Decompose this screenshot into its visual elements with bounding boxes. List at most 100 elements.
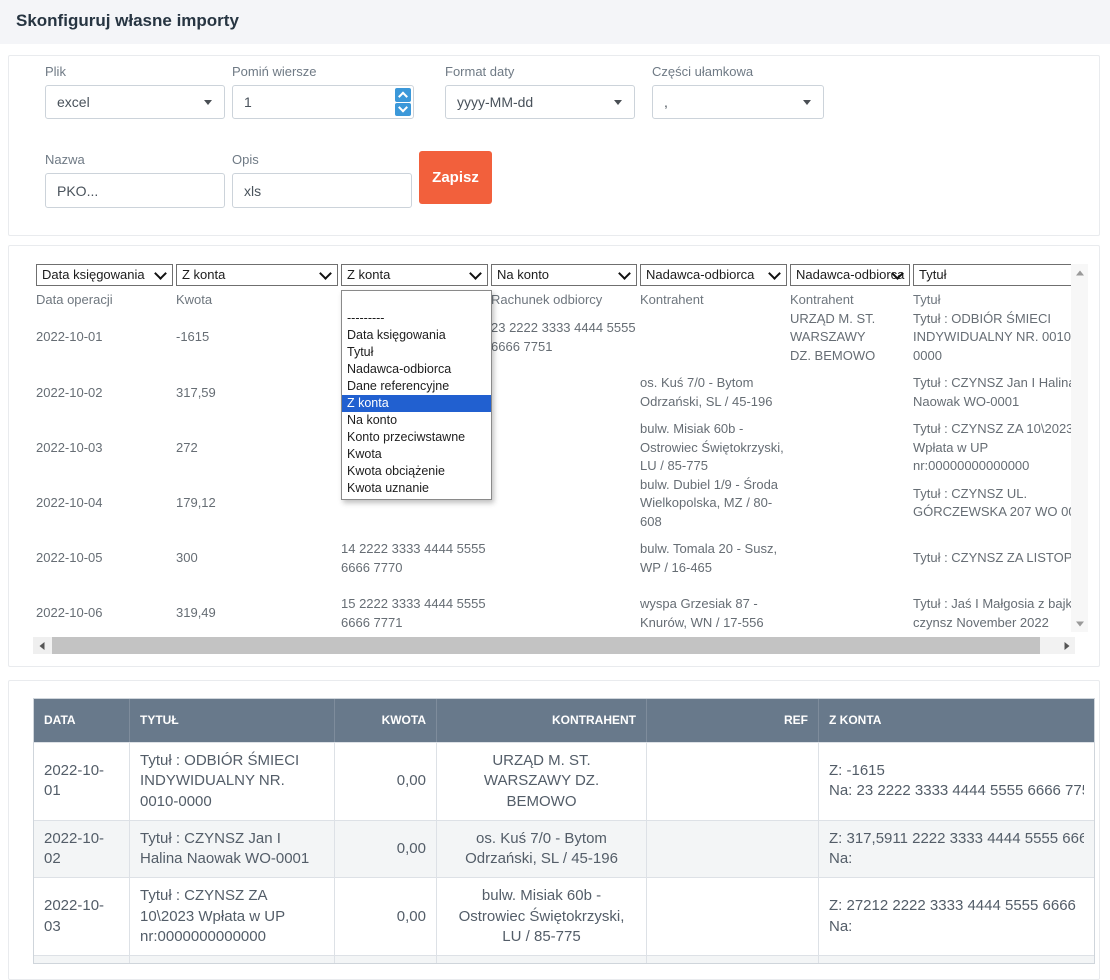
mapper-cell: 23 2222 3333 4444 5555 6666 7751 [491,319,637,356]
column-map-select-4[interactable]: Nadawca-odbiorca [640,264,787,286]
scroll-down-icon[interactable] [1071,615,1088,632]
cell-zkonta: Z: 317,5911 2222 3333 4444 5555 6666 77N… [819,820,1094,878]
chevron-down-icon [469,267,482,280]
cell-zkonta [819,955,1094,963]
cell-kwota: 0,00 [335,742,437,820]
mapper-cell: bulw. Tomala 20 - Susz, WP / 16-465 [640,540,787,577]
cell-kontrahent: bulw. Misiak 60b - Ostrowiec Świętokrzys… [437,877,647,955]
date-format-select[interactable]: yyyy-MM-dd [445,85,635,119]
column-map-select-value: Na konto [497,267,549,282]
dropdown-option[interactable]: Konto przeciwstawne [342,429,491,446]
source-field-label-1: Kwota [176,292,338,310]
table-row: 2022-10-01Tytuł : ODBIÓR ŚMIECI INDYWIDU… [34,742,1094,820]
mapper-cell: Tytuł : CZYNSZ ZA LISTOPAD [913,549,1072,567]
column-map-select-1[interactable]: Z konta [176,264,338,286]
mapper-cell: 272 [176,439,338,457]
cell-kwota: 0,00 [335,877,437,955]
mapper-cell: 2022-10-05 [36,549,173,567]
mapper-cell: Tytuł : ODBIÓR ŚMIECI INDYWIDUALNY NR. 0… [913,310,1072,365]
dropdown-option[interactable]: Tytuł [342,344,491,361]
column-map-select-value: Tytuł [919,267,946,282]
column-map-select-5[interactable]: Nadawca-odbiorca [790,264,910,286]
column-map-select-6[interactable]: Tytuł [913,264,1072,286]
dropdown-option[interactable] [342,293,491,310]
mapper-cell: 15 2222 3333 4444 5555 6666 7771 [341,595,488,632]
dropdown-option[interactable]: Kwota uznanie [342,480,491,497]
name-input[interactable]: PKO... [45,173,225,208]
source-field-label-3: Rachunek odbiorcy [491,292,637,310]
skip-rows-value: 1 [244,94,252,110]
cell-kwota: 0,00 [335,820,437,878]
dropdown-option[interactable]: Na konto [342,412,491,429]
skip-rows-label: Pomiń wiersze [232,64,414,79]
table-row [34,955,1094,963]
description-value: xls [244,183,261,199]
description-input[interactable]: xls [232,173,412,208]
mapper-cell: 300 [176,549,338,567]
chevron-down-icon [154,267,167,280]
scroll-up-icon[interactable] [1071,264,1088,281]
column-map-select-value: Nadawca-odbiorca [646,267,754,282]
mapper-rows: 2022-10-01-1615 23 2222 3333 4444 5555 66… [36,310,1072,636]
column-map-select-0[interactable]: Data księgowania [36,264,173,286]
mapper-row: 2022-10-0530014 2222 3333 4444 5555 6666… [36,531,1072,586]
date-format-value: yyyy-MM-dd [457,94,533,110]
chevron-down-icon [614,100,622,105]
zkonta-z-line: Z: 27212 2222 3333 4444 5555 6666 [829,896,1084,916]
dropdown-option[interactable]: Z konta [342,395,491,412]
decimal-separator-select[interactable]: , [652,85,824,119]
mapper-scroll-area: Data księgowaniaZ kontaZ kontaNa kontoNa… [36,264,1072,636]
stepper-up-icon[interactable] [395,88,411,102]
decimal-separator-value: , [664,94,668,110]
mapper-cell: 179,12 [176,494,338,512]
dropdown-option[interactable]: Data księgowania [342,327,491,344]
chevron-down-icon [319,267,332,280]
column-map-select-2[interactable]: Z konta [341,264,488,286]
stepper-down-icon[interactable] [395,103,411,117]
save-button[interactable]: Zapisz [419,151,492,204]
scrollbar-thumb[interactable] [52,637,1040,654]
scroll-right-icon[interactable] [1058,637,1075,654]
col-header-ref: REF [647,699,819,742]
dropdown-option[interactable]: --------- [342,310,491,327]
decimal-separator-label: Części ułamkowa [652,64,824,79]
skip-rows-input[interactable]: 1 [232,85,414,119]
cell-tytul: Tytuł : CZYNSZ ZA 10\2023 Wpłata w UP nr… [130,877,335,955]
zkonta-z-line: Z: 317,5911 2222 3333 4444 5555 6666 77 [829,829,1084,849]
mapper-cell: Tytuł : CZYNSZ Jan I Halina Naowak WO-00… [913,374,1072,411]
column-map-select-3[interactable]: Na konto [491,264,637,286]
mapper-row: 2022-10-04179,12 bulw. Dubiel 1/9 - Środa… [36,476,1072,531]
dropdown-option[interactable]: Kwota obciążenie [342,463,491,480]
vertical-scrollbar[interactable] [1071,264,1088,632]
chevron-down-icon [204,100,212,105]
mapper-cell: 2022-10-02 [36,384,173,402]
page-title: Skonfiguruj własne importy [0,0,1110,31]
name-label: Nazwa [45,152,225,167]
dropdown-option[interactable]: Kwota [342,446,491,463]
mapper-cell: bulw. Dubiel 1/9 - Środa Wielkopolska, M… [640,476,787,531]
mapper-cell: 2022-10-04 [36,494,173,512]
number-stepper [395,88,411,116]
mapper-cell: bulw. Misiak 60b - Ostrowiec Świętokrzys… [640,420,787,475]
column-map-select-value: Nadawca-odbiorca [796,267,904,282]
mapper-cell: -1615 [176,328,338,346]
cell-ref [647,955,819,963]
column-map-select-value: Z konta [347,267,390,282]
column-select-dropdown: ---------Data księgowaniaTytułNadawca-od… [341,290,492,500]
zkonta-z-line: Z: -1615 [829,761,1084,781]
mapper-cell: 2022-10-03 [36,439,173,457]
dropdown-option[interactable]: Dane referencyjne [342,378,491,395]
chevron-down-icon [803,100,811,105]
file-type-select[interactable]: excel [45,85,225,119]
scroll-left-icon[interactable] [33,637,50,654]
dropdown-option[interactable]: Nadawca-odbiorca [342,361,491,378]
horizontal-scrollbar[interactable] [33,637,1075,654]
source-field-label-5: Kontrahent [790,292,910,310]
mapper-cell: 319,49 [176,604,338,622]
cell-zkonta: Z: -1615Na: 23 2222 3333 4444 5555 6666 … [819,742,1094,820]
mapper-cell: 2022-10-01 [36,328,173,346]
mapper-cell: Tytuł : CZYNSZ UL. GÓRCZEWSKA 207 WO 000… [913,485,1072,522]
mapper-row: 2022-10-06319,4915 2222 3333 4444 5555 6… [36,586,1072,636]
source-field-label-0: Data operacji [36,292,173,310]
cell-data [34,955,130,963]
